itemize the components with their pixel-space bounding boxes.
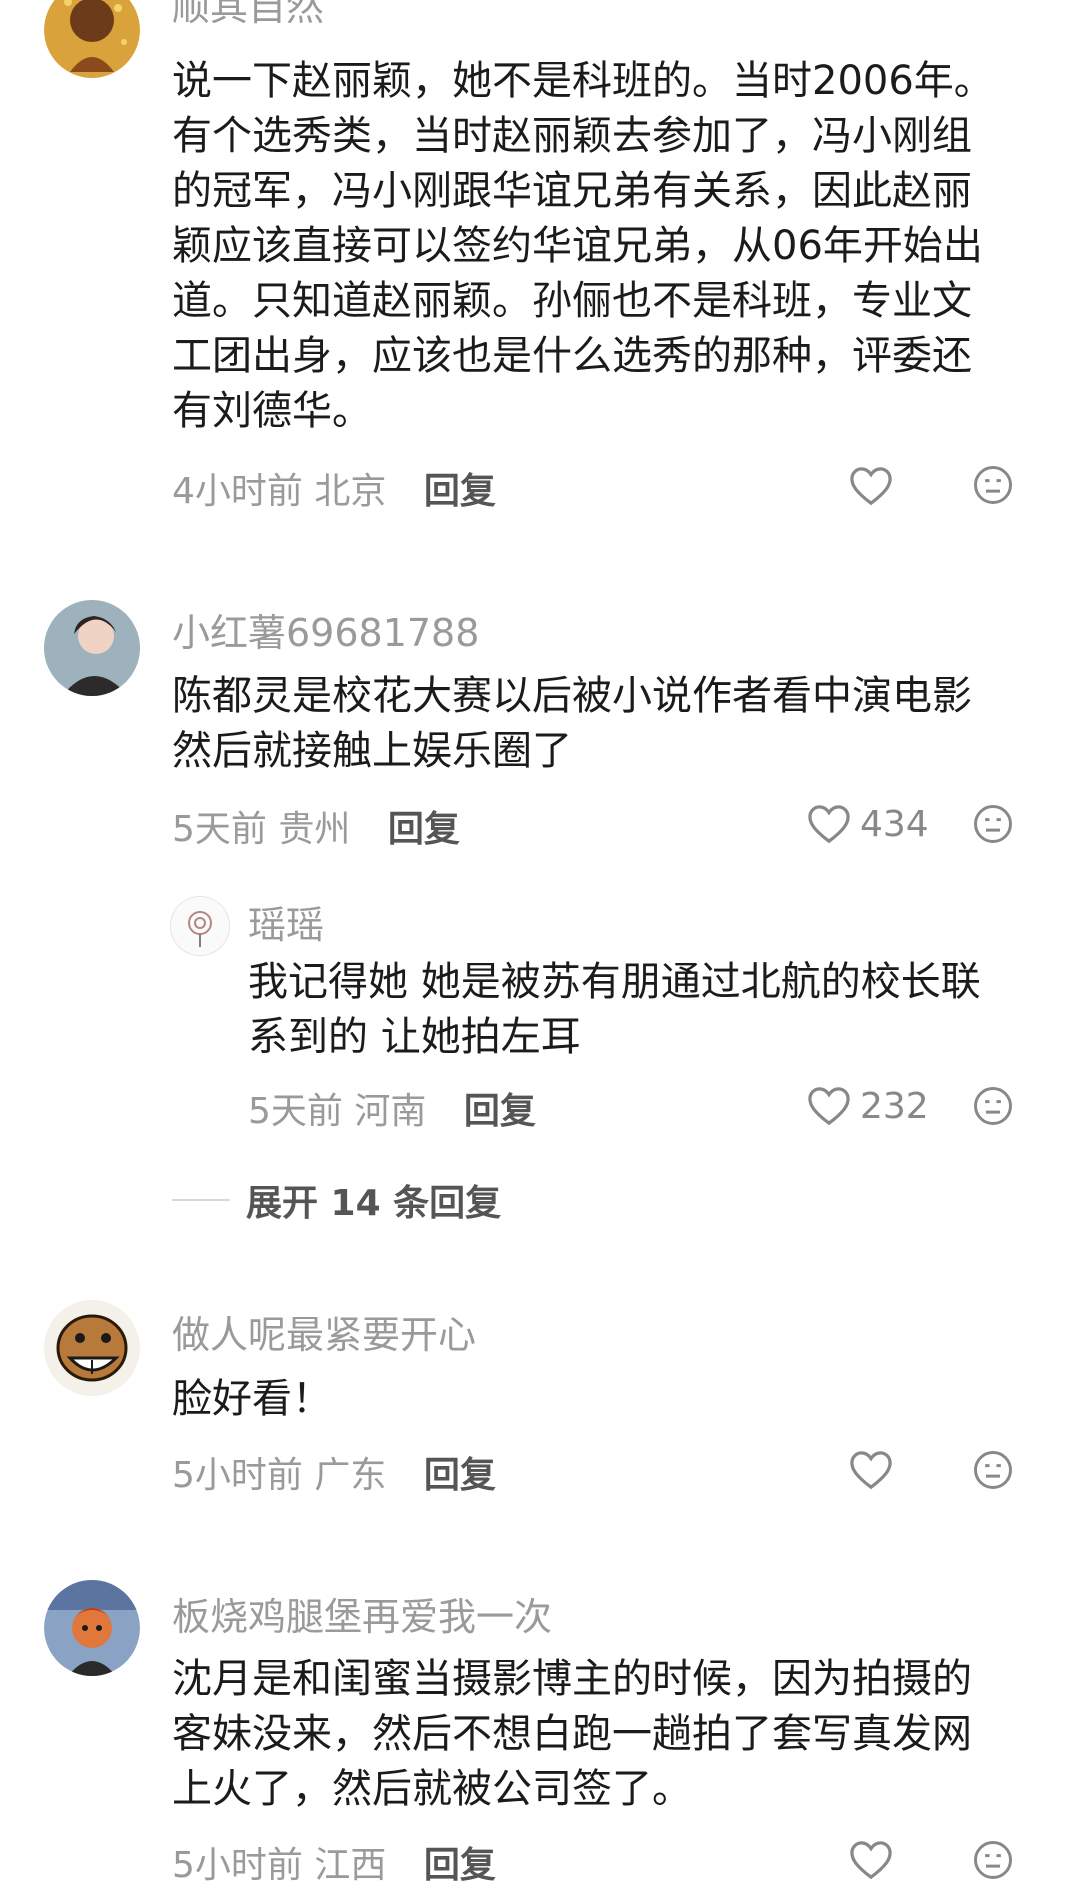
comment-item: 小红薯69681788 陈都灵是校花大赛以后被小说作者看中演电影 然后就接触上娱… [0,600,1080,850]
comment-meta: 5小时前 广东 回复 [172,1446,496,1498]
location: 贵州 [278,809,351,850]
reply-button[interactable]: 回复 [424,1845,496,1886]
divider [172,1199,230,1201]
comment-item: 顺其自然 说一下赵丽颖，她不是科班的。当时2006年。 有个选秀类，当时赵丽颖去… [0,0,1080,540]
location: 江西 [314,1845,387,1886]
reply-button[interactable]: 回复 [388,809,460,850]
username[interactable]: 顺其自然 [172,0,324,31]
dislike-face-icon[interactable] [972,1839,1014,1881]
avatar[interactable] [44,600,140,696]
like-button[interactable] [848,1446,894,1494]
comment-meta: 5天前 贵州 回复 [172,800,460,852]
comment-text: 陈都灵是校花大赛以后被小说作者看中演电影 然后就接触上娱乐圈了 [172,673,972,774]
like-button[interactable]: 434 [806,800,929,848]
heart-icon [850,1841,892,1880]
reply-button[interactable]: 回复 [424,471,496,512]
comment-meta: 5天前 河南 回复 [248,1082,536,1134]
expand-replies-button[interactable]: 展开 14 条回复 [172,1174,501,1226]
like-count: 434 [860,803,929,845]
comment-text: 沈月是和闺蜜当摄影博主的时候，因为拍摄的 客妹没来，然后不想白跑一趟拍了套写真发… [172,1656,972,1812]
dislike-face-icon[interactable] [972,803,1014,845]
heart-icon [850,1451,892,1490]
timestamp: 5小时前 [172,1455,303,1496]
reply-button[interactable]: 回复 [464,1091,536,1132]
timestamp: 5小时前 [172,1845,303,1886]
comment-text: 脸好看！ [172,1376,332,1422]
dislike-face-icon[interactable] [972,1449,1014,1491]
location: 广东 [314,1455,387,1496]
avatar[interactable] [44,1580,140,1676]
username[interactable]: 小红薯69681788 [172,602,479,657]
like-button[interactable] [848,1836,894,1884]
dislike-face-icon[interactable] [972,464,1014,506]
comment-meta: 5小时前 江西 回复 [172,1836,496,1888]
location: 北京 [314,471,387,512]
like-button[interactable]: 232 [806,1082,929,1130]
username[interactable]: 板烧鸡腿堡再爱我一次 [172,1586,552,1641]
heart-icon [808,805,850,844]
reply-item: 瑶瑶 我记得她 她是被苏有朋通过北航的校长联 系到的 让她拍左耳 5天前 河南 … [0,890,1080,1132]
location: 河南 [354,1091,427,1132]
comment-text: 说一下赵丽颖，她不是科班的。当时2006年。 有个选秀类，当时赵丽颖去参加了，冯… [172,58,994,434]
timestamp: 5天前 [248,1091,343,1132]
comment-item: 板烧鸡腿堡再爱我一次 沈月是和闺蜜当摄影博主的时候，因为拍摄的 客妹没来，然后不… [0,1580,1080,1900]
username[interactable]: 瑶瑶 [248,894,324,949]
comment-text: 我记得她 她是被苏有朋通过北航的校长联 系到的 让她拍左耳 [248,959,981,1060]
reply-button[interactable]: 回复 [424,1455,496,1496]
heart-icon [850,467,892,506]
like-count: 232 [860,1085,929,1127]
timestamp: 5天前 [172,809,267,850]
like-button[interactable] [848,462,894,510]
avatar[interactable] [44,1300,140,1396]
heart-icon [808,1087,850,1126]
dislike-face-icon[interactable] [972,1085,1014,1127]
avatar[interactable] [170,896,230,956]
avatar[interactable] [44,0,140,78]
comment-item: 做人呢最紧要开心 脸好看！ 5小时前 广东 回复 [0,1300,1080,1500]
username[interactable]: 做人呢最紧要开心 [172,1304,476,1359]
comment-meta: 4小时前 北京 回复 [172,462,496,514]
timestamp: 4小时前 [172,471,303,512]
